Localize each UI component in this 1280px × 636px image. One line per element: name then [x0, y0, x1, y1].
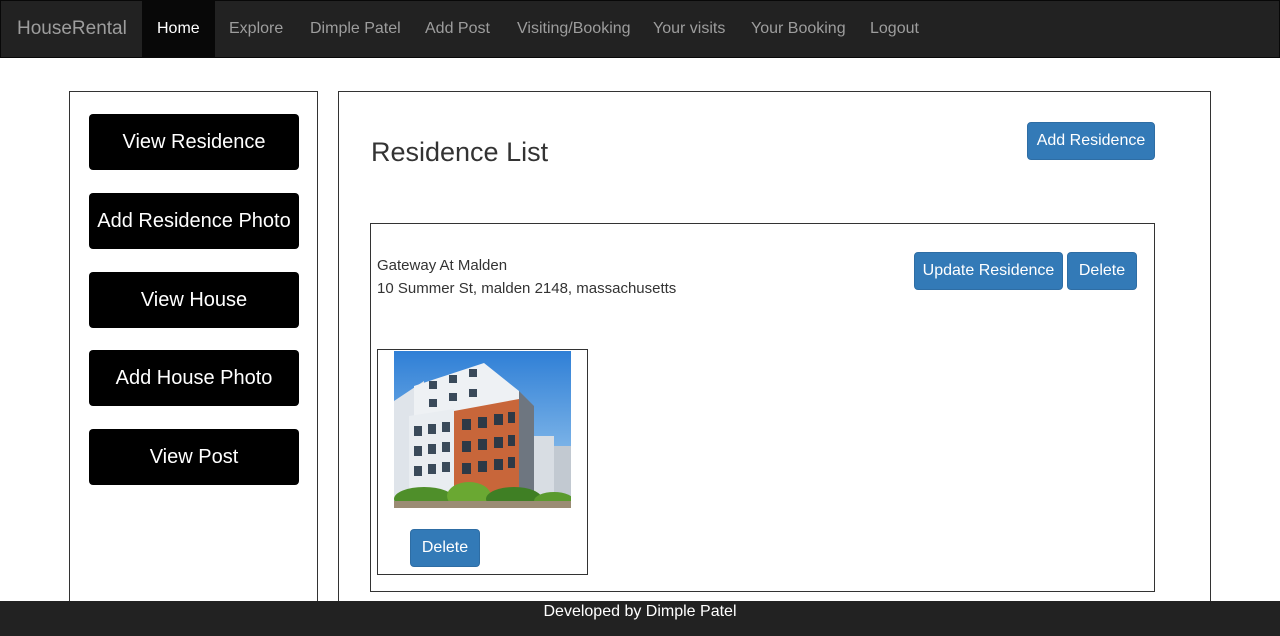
nav-visiting-booking[interactable]: Visiting/Booking	[502, 1, 646, 58]
nav-your-booking[interactable]: Your Booking	[736, 1, 861, 58]
delete-photo-button[interactable]: Delete	[410, 529, 480, 567]
top-navbar: HouseRental Home Explore Dimple Patel Ad…	[0, 0, 1280, 58]
nav-logout[interactable]: Logout	[855, 1, 934, 58]
brand-logo[interactable]: HouseRental	[17, 18, 127, 40]
nav-explore[interactable]: Explore	[214, 1, 298, 58]
nav-your-visits[interactable]: Your visits	[638, 1, 740, 58]
add-residence-button[interactable]: Add Residence	[1027, 122, 1155, 160]
nav-home[interactable]: Home	[142, 1, 215, 58]
residence-photo-card: Delete	[377, 349, 588, 575]
delete-residence-button[interactable]: Delete	[1067, 252, 1137, 290]
view-house-button[interactable]: View House	[89, 272, 299, 328]
view-residence-button[interactable]: View Residence	[89, 114, 299, 170]
sidebar-panel: View Residence Add Residence Photo View …	[69, 91, 318, 611]
page-title: Residence List	[371, 137, 549, 167]
residence-name: Gateway At Malden	[377, 257, 508, 274]
main-panel: Residence List Add Residence Gateway At …	[338, 91, 1211, 611]
residence-card: Gateway At Malden 10 Summer St, malden 2…	[370, 223, 1155, 592]
nav-add-post[interactable]: Add Post	[410, 1, 505, 58]
update-residence-button[interactable]: Update Residence	[914, 252, 1063, 290]
footer-text: Developed by Dimple Patel	[543, 603, 737, 620]
view-post-button[interactable]: View Post	[89, 429, 299, 485]
footer: Developed by Dimple Patel	[0, 601, 1280, 636]
add-residence-photo-button[interactable]: Add Residence Photo	[89, 193, 299, 249]
residence-address: 10 Summer St, malden 2148, massachusetts	[377, 280, 677, 297]
nav-user-profile[interactable]: Dimple Patel	[295, 1, 416, 58]
residence-photo	[394, 351, 571, 508]
add-house-photo-button[interactable]: Add House Photo	[89, 350, 299, 406]
